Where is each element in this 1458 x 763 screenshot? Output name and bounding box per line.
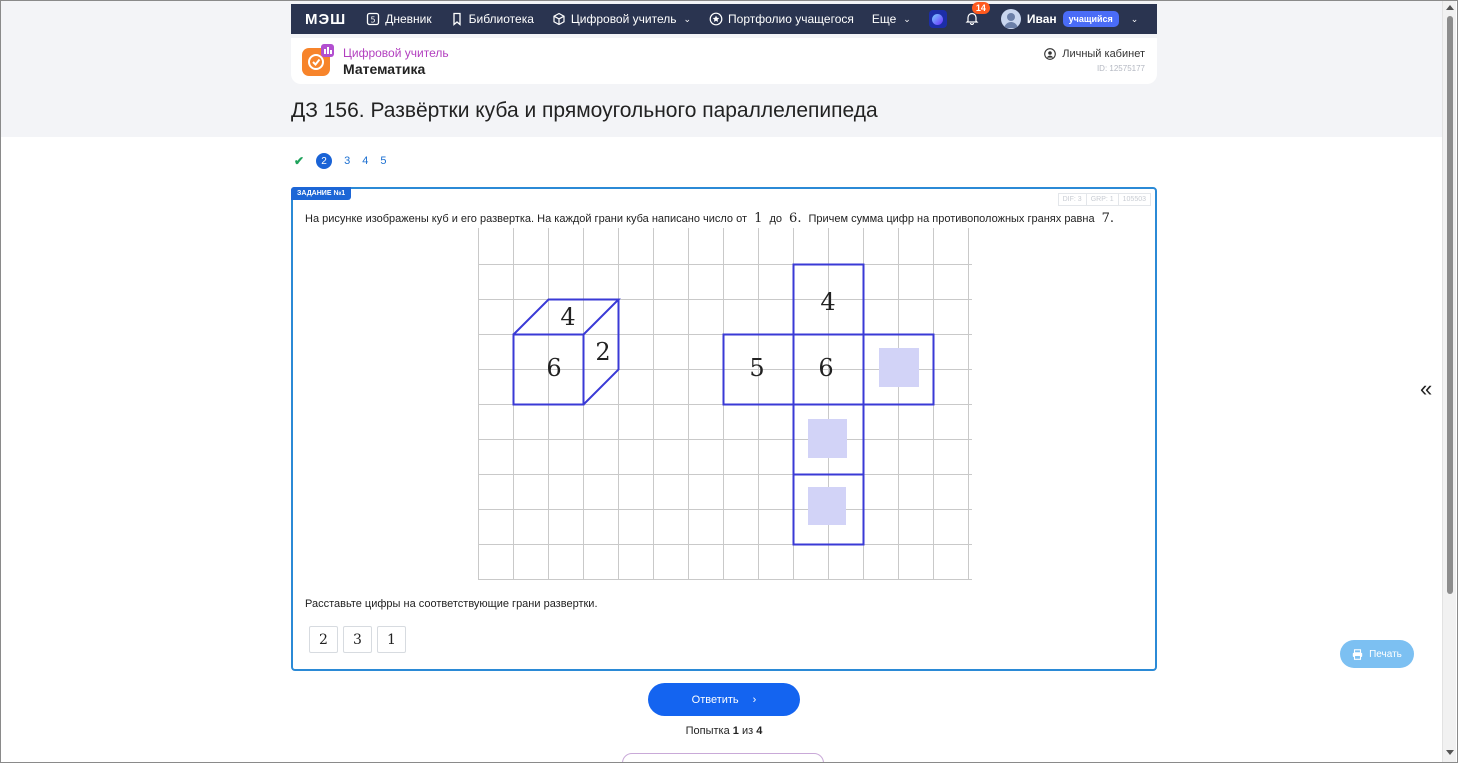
pager-page-5[interactable]: 5	[380, 155, 386, 167]
printer-icon	[1352, 648, 1363, 660]
pager-page-3[interactable]: 3	[344, 155, 350, 167]
user-role-badge: учащийся	[1062, 11, 1119, 27]
task-num-from: 1	[754, 211, 763, 226]
assistant-orb-icon[interactable]	[928, 10, 947, 28]
scroll-up-arrow-icon[interactable]	[1446, 5, 1454, 10]
cube-right-label: 2	[595, 338, 610, 366]
cube-net-figure: 4 6 2 4 5 6	[478, 228, 972, 580]
page-scrollbar[interactable]	[1442, 0, 1456, 763]
net-drop-target-right[interactable]	[879, 348, 919, 387]
chevron-down-icon: ⌄	[683, 13, 692, 24]
top-navbar: МЭШ 5 Дневник Библиотека Цифровой учител…	[291, 1, 1157, 34]
net-drop-target-lowest[interactable]	[808, 487, 846, 525]
answer-button[interactable]: Ответить ›	[648, 683, 800, 716]
chevron-right-icon: ›	[752, 693, 757, 706]
print-button[interactable]: Печать	[1340, 640, 1414, 668]
user-circle-icon	[1044, 48, 1057, 60]
net-top-label: 4	[820, 288, 835, 316]
attempts-middle: из	[741, 725, 754, 737]
scrollbar-thumb[interactable]	[1447, 16, 1453, 594]
digital-teacher-logo-icon	[301, 44, 335, 78]
diary-icon: 5	[367, 12, 380, 26]
task-num-to: 6.	[789, 211, 802, 226]
attempts-current: 1	[732, 725, 739, 737]
task-card: ЗАДАНИЕ №1 DIF: 3 GRP: 1 105503 На рисун…	[291, 187, 1157, 671]
nav-more-label: Еще	[871, 12, 897, 26]
completed-check-icon[interactable]: ✔	[294, 154, 304, 168]
nav-portfolio[interactable]: Портфолио учащегося	[709, 12, 854, 26]
task-statement: На рисунке изображены куб и его развертк…	[305, 211, 1118, 226]
subject-card: Цифровой учитель Математика Личный кабин…	[291, 38, 1157, 84]
notifications-button[interactable]: 14	[965, 1, 990, 28]
nav-library[interactable]: Библиотека	[450, 12, 534, 26]
subject-title: Математика	[343, 60, 426, 77]
attempts-counter: Попытка 1 из 4	[648, 725, 800, 737]
mesh-logo[interactable]: МЭШ	[305, 11, 346, 28]
attempts-prefix: Попытка	[685, 725, 730, 737]
chevron-down-icon: ⌄	[903, 13, 911, 24]
svg-text:5: 5	[371, 16, 376, 25]
subject-subtitle: Цифровой учитель	[343, 45, 449, 60]
personal-cabinet-label: Личный кабинет	[1062, 48, 1145, 60]
task-meta-grp: GRP: 1	[1087, 194, 1119, 205]
task-instruction: Расставьте цифры на соответствующие гран…	[305, 598, 598, 610]
scroll-down-arrow-icon[interactable]	[1446, 750, 1454, 755]
notifications-badge: 14	[971, 1, 990, 14]
pager-page-4[interactable]: 4	[362, 155, 368, 167]
answer-chip[interactable]: 1	[377, 626, 406, 653]
secondary-button[interactable]	[622, 753, 824, 763]
nav-diary-label: Дневник	[385, 12, 432, 26]
user-menu-chevron-icon[interactable]: ⌄	[1131, 14, 1139, 25]
net-drop-target-bottom[interactable]	[808, 419, 847, 458]
cube-front-label: 6	[546, 354, 561, 382]
nav-portfolio-label: Портфолио учащегося	[728, 12, 854, 26]
personal-cabinet-link[interactable]: Личный кабинет	[1044, 48, 1145, 60]
page-title: ДЗ 156. Развёртки куба и прямоугольного …	[291, 99, 878, 122]
answer-chips: 2 3 1	[309, 626, 406, 653]
task-text-after: Причем сумма цифр на противоположных гра…	[808, 213, 1095, 225]
star-icon	[709, 12, 723, 26]
task-meta-id: 105503	[1122, 196, 1146, 203]
nav-more[interactable]: Еще ⌄	[872, 12, 911, 26]
bookmark-icon	[452, 12, 461, 26]
nav-digital-teacher-label: Цифровой учитель	[570, 12, 677, 26]
nav-digital-teacher[interactable]: Цифровой учитель ⌄	[552, 12, 691, 26]
attempts-total: 4	[756, 725, 763, 737]
print-label: Печать	[1369, 648, 1402, 660]
net-left-label: 5	[749, 354, 764, 382]
nav-diary[interactable]: 5 Дневник	[366, 12, 432, 26]
nav-library-label: Библиотека	[468, 12, 534, 26]
user-name[interactable]: Иван	[1027, 12, 1057, 26]
task-num-sum: 7.	[1101, 211, 1115, 226]
cube-top-label: 4	[560, 303, 575, 331]
cube-icon	[553, 12, 565, 26]
answer-chip[interactable]: 2	[309, 626, 338, 653]
task-meta: DIF: 3 GRP: 1 105503	[1057, 193, 1151, 206]
task-label: ЗАДАНИЕ №1	[291, 187, 352, 200]
task-pager: ✔ 2 3 4 5	[294, 153, 386, 169]
user-id: ID: 12575177	[1096, 64, 1145, 73]
answer-button-label: Ответить	[691, 693, 739, 706]
answer-chip[interactable]: 3	[343, 626, 372, 653]
task-text-before: На рисунке изображены куб и его развертк…	[305, 213, 748, 225]
task-meta-dif: DIF: 3	[1059, 194, 1087, 205]
net-center-label: 6	[818, 354, 833, 382]
user-avatar[interactable]	[1000, 9, 1021, 29]
pager-current-page[interactable]: 2	[316, 153, 333, 169]
collapse-panel-icon[interactable]: «	[1420, 376, 1432, 402]
task-text-between: до	[769, 213, 782, 225]
